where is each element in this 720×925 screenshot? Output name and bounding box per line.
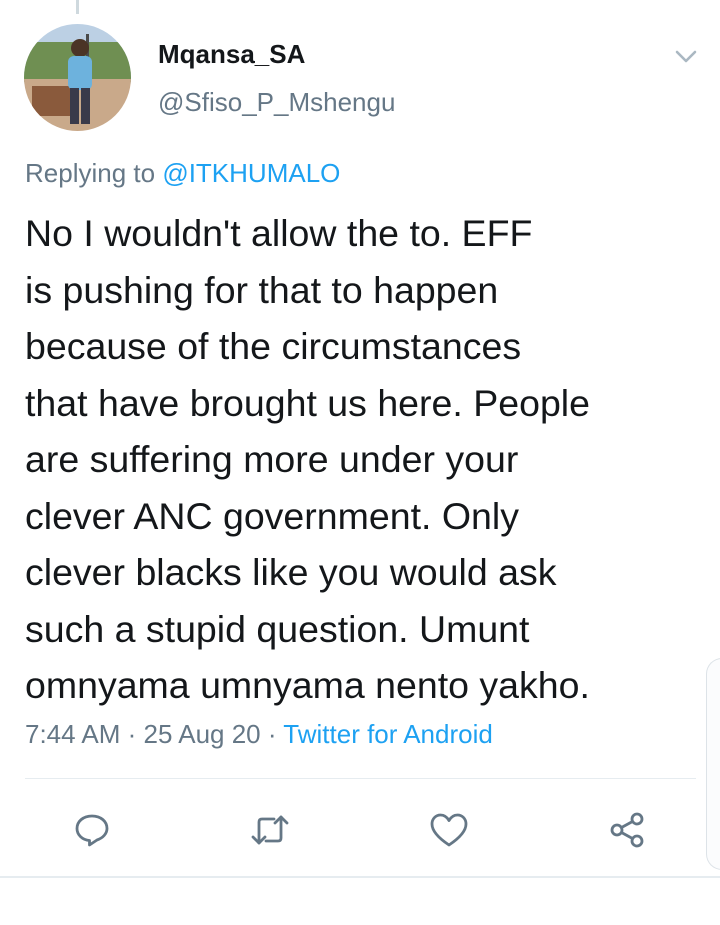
like-button[interactable] [427,808,471,852]
thread-connector-line [76,0,79,14]
chevron-down-icon [675,50,697,63]
replying-to-mention[interactable]: @ITKHUMALO [162,158,340,188]
meta-separator: · [120,719,144,749]
user-handle[interactable]: @Sfiso_P_Mshengu [158,87,395,118]
scroll-handle[interactable] [706,658,720,870]
replying-to-line: Replying to @ITKHUMALO [25,158,340,189]
meta-separator: · [260,719,284,749]
tweet-source-link[interactable]: Twitter for Android [283,719,493,749]
reply-button[interactable] [70,808,114,852]
reply-icon [75,814,109,847]
tweet-meta: 7:44 AM · 25 Aug 20 · Twitter for Androi… [25,719,493,750]
heart-icon [430,813,468,847]
tweet-date: 25 Aug 20 [143,719,261,749]
tweet-text: No I wouldn't allow the to. EFF is pushi… [25,212,590,706]
tweet-time: 7:44 AM [25,719,121,749]
bottom-divider [0,876,720,878]
retweet-icon [251,815,289,845]
display-name[interactable]: Mqansa_SA [158,39,305,70]
divider [25,778,696,779]
tweet-menu-button[interactable] [670,40,702,72]
replying-to-label: Replying to [25,158,163,188]
share-button[interactable] [606,808,650,852]
share-icon [610,812,644,848]
avatar-photo [24,24,131,131]
avatar[interactable] [24,24,131,131]
retweet-button[interactable] [248,808,292,852]
